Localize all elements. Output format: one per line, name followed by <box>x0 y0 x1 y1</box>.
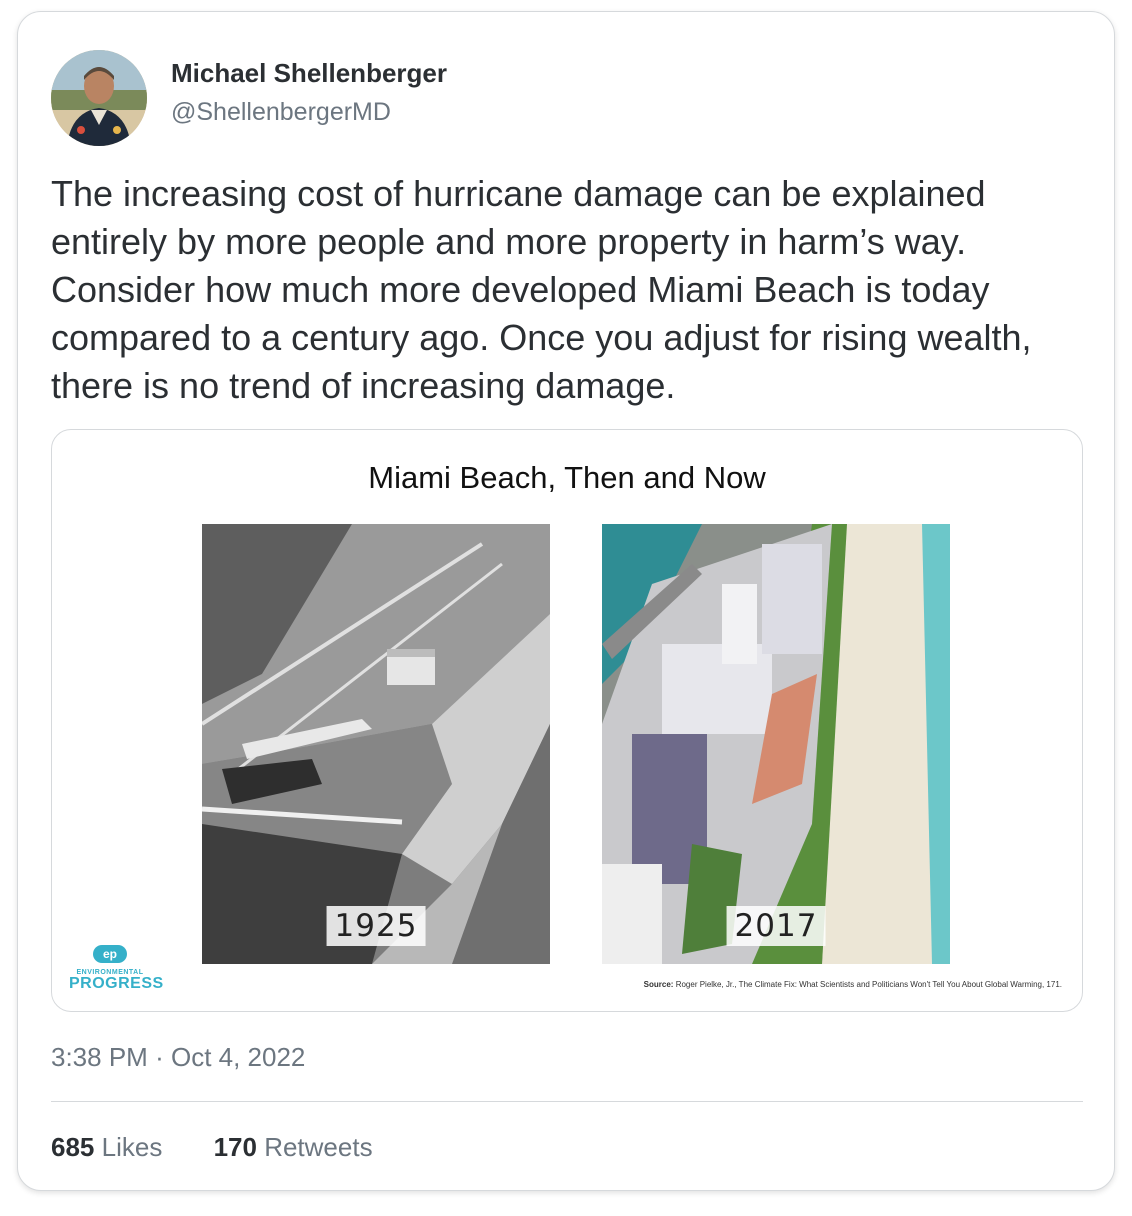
tweet-text: The increasing cost of hurricane damage … <box>51 173 1032 406</box>
ep-logo-icon: ep <box>93 945 127 963</box>
retweets-label: Retweets <box>264 1132 373 1162</box>
retweets-count: 170 <box>213 1132 257 1162</box>
avatar-image <box>51 50 147 146</box>
author-handle[interactable]: @ShellenbergerMD <box>171 98 391 127</box>
retweets-stat[interactable]: 170 Retweets <box>214 1132 373 1163</box>
author-name[interactable]: Michael Shellenberger <box>171 58 447 89</box>
image-source-caption: Source: Roger Pielke, Jr., The Climate F… <box>492 980 1062 989</box>
tweet-timestamp[interactable]: 3:38 PM · Oct 4, 2022 <box>51 1042 305 1073</box>
tweet-time: 3:38 PM <box>51 1042 148 1072</box>
tweet-date: Oct 4, 2022 <box>170 1042 306 1072</box>
environmental-progress-logo: ep ENVIRONMENTAL PROGRESS <box>69 945 164 992</box>
year-label-1925: 1925 <box>326 906 426 946</box>
likes-count: 685 <box>51 1132 95 1162</box>
media-title: Miami Beach, Then and Now <box>368 460 766 495</box>
meta-separator: · <box>155 1042 164 1072</box>
media-image[interactable]: Miami Beach, Then and Now 1925 2017 ep E… <box>51 429 1083 1012</box>
aerial-photo-1925 <box>202 524 550 964</box>
tweet-stats: 685 Likes 170 Retweets <box>51 1132 417 1163</box>
avatar[interactable] <box>51 50 147 146</box>
source-text: Roger Pielke, Jr., The Climate Fix: What… <box>675 980 1062 989</box>
tweet-card: Michael Shellenberger @ShellenbergerMD T… <box>17 11 1115 1191</box>
likes-label: Likes <box>101 1132 163 1162</box>
divider <box>51 1101 1083 1102</box>
year-label-2017: 2017 <box>726 906 826 946</box>
likes-stat[interactable]: 685 Likes <box>51 1132 162 1163</box>
photo-2017: 2017 <box>602 524 950 964</box>
aerial-photo-2017 <box>602 524 950 964</box>
source-label: Source: <box>643 980 674 989</box>
photo-1925: 1925 <box>202 524 550 964</box>
logo-big-text: PROGRESS <box>69 975 164 992</box>
